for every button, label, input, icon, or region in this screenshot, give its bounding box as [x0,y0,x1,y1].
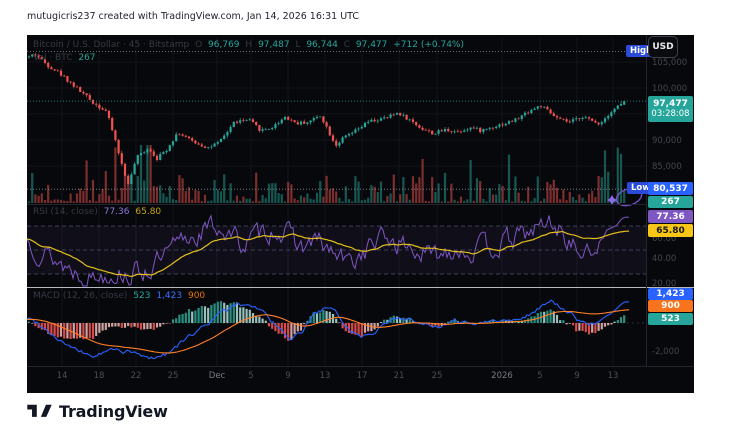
time-axis-label: 17 [356,371,368,381]
time-axis-label: 5 [537,371,543,381]
price-scale-tick: -2,000 [652,347,680,357]
macd-hist-badge: 523 [648,313,693,325]
time-axis-label: 25 [431,371,443,381]
price-scale-tick: 40.00 [652,254,677,264]
macd-signal-value: 900 [187,291,206,301]
time-axis-label: 25 [167,371,179,381]
volume-label: Vol · BTC [33,53,73,63]
macd-signal-badge: 900 [648,300,693,312]
last-price-value: 97,477 [653,98,688,109]
rsi-label: RSI (14, close) [33,207,98,217]
price-scale-tick: 90,000 [652,136,682,146]
session-low-badge: 80,537 [648,182,693,195]
close-value: 97,477 [355,40,388,50]
tradingview-logo[interactable]: TradingView [27,402,168,421]
open-value: 96,769 [208,40,240,50]
time-axis-label: 9 [285,371,291,381]
rsi-badge: 77.36 [648,210,693,223]
time-axis-label: 22 [130,371,142,381]
macd-line-badge: 1,423 [648,288,693,300]
price-scale-tick: 85,000 [652,162,682,172]
page: mutugicris237 created with TradingView.c… [0,0,736,441]
macd-label: MACD (12, 26, close) [33,291,128,301]
high-label: H [245,40,253,50]
brand-name: TradingView [59,402,168,421]
time-axis-label: 2026 [491,371,513,381]
rsi-value: 77.36 [103,207,130,217]
currency-toggle-button[interactable]: USD [648,36,678,58]
time-axis-label: 5 [248,371,254,381]
rsi-legend[interactable]: RSI (14, close) 77.36 65.80 [33,207,164,217]
change-value: +712 (+0.74%) [393,40,464,50]
rsi-ma-badge: 65.80 [648,224,693,237]
volume-legend[interactable]: Vol · BTC 267 [33,53,99,63]
time-axis-label: 14 [56,371,68,381]
time-axis-label: 13 [607,371,619,381]
macd-legend[interactable]: MACD (12, 26, close) 523 1,423 900 [33,291,208,301]
bar-countdown: 03:28:08 [651,109,690,120]
close-label: C [343,40,350,50]
macd-hist-value: 523 [133,291,151,301]
low-label: L [295,40,301,50]
volume-badge: 267 [648,196,693,208]
time-axis-label: 18 [93,371,105,381]
time-axis-label: Dec [208,371,226,381]
volume-value: 267 [78,53,96,63]
high-value: 97,487 [258,40,290,50]
symbol-title: Bitcoin / U.S. Dollar · 45 · Bitstamp [33,40,190,50]
low-value: 96,744 [306,40,338,50]
macd-line-value: 1,423 [156,291,183,301]
attribution-text: mutugicris237 created with TradingView.c… [27,11,360,22]
last-price-badge: 97,477 03:28:08 [648,96,693,122]
price-scale-tick: 105,000 [652,58,688,68]
time-axis-label: 13 [319,371,331,381]
chart-container[interactable]: Bitcoin / U.S. Dollar · 45 · Bitstamp O … [27,35,694,393]
symbol-legend[interactable]: Bitcoin / U.S. Dollar · 45 · Bitstamp O … [33,40,467,50]
rsi-ma-value: 65.80 [135,207,162,217]
price-scale-tick: 100,000 [652,84,688,94]
open-label: O [195,40,203,50]
time-axis-label: 9 [574,371,580,381]
tradingview-icon [27,404,52,417]
time-axis-label: 21 [393,371,405,381]
